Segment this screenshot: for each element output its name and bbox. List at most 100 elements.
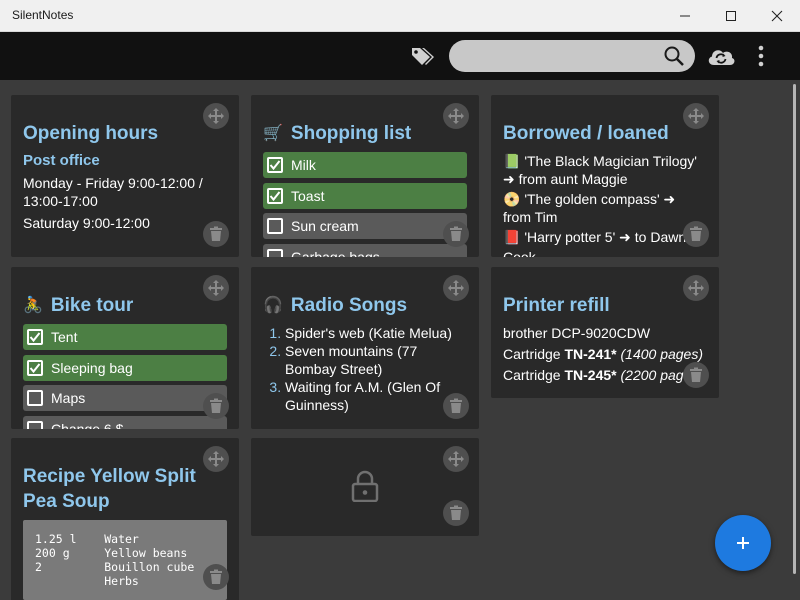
cloud-sync-icon (708, 50, 735, 65)
notes-grid[interactable]: Opening hours Post office Monday - Frida… (0, 80, 789, 600)
green-book-icon: 📗 (503, 153, 521, 169)
note-text: 📕 'Harry potter 5' ➜ to Dawn (503, 229, 687, 245)
cart-icon: 🛒 (263, 125, 283, 142)
delete-note-button[interactable] (443, 500, 469, 526)
note-bike-tour[interactable]: 🚴 Bike tour Tent Sleeping bag Maps Change… (11, 267, 239, 429)
delete-note-button[interactable] (203, 393, 229, 419)
checklist-item[interactable]: Sleeping bag (23, 354, 227, 381)
move-note-button[interactable] (683, 275, 709, 301)
minimize-icon (680, 15, 690, 17)
move-icon (448, 108, 464, 124)
trash-icon (210, 226, 222, 241)
list-item: Seven mountains (77 Bombay Street) (285, 342, 467, 378)
search-box[interactable] (449, 40, 695, 72)
scrollbar-thumb[interactable] (793, 84, 796, 574)
delete-note-button[interactable] (203, 564, 229, 590)
window-titlebar: SilentNotes (0, 0, 800, 32)
add-note-button[interactable] (715, 515, 771, 571)
delete-note-button[interactable] (443, 221, 469, 247)
checkbox-unchecked[interactable] (267, 248, 283, 257)
move-note-button[interactable] (443, 103, 469, 129)
move-icon (688, 108, 704, 124)
note-title: Opening hours (23, 123, 159, 144)
checkbox-checked[interactable] (27, 359, 43, 376)
red-book-icon: 📕 (503, 229, 521, 245)
minimize-button[interactable] (662, 0, 708, 32)
lock-icon (351, 470, 379, 507)
note-title: Printer refill (503, 295, 610, 316)
checklist-item[interactable]: Change 6 $ (23, 415, 227, 429)
tags-button[interactable] (409, 42, 437, 70)
list-item: Spider's web (Katie Melua) (285, 324, 467, 342)
checkbox-checked[interactable] (267, 187, 283, 204)
note-locked[interactable] (251, 438, 479, 536)
move-note-button[interactable] (443, 275, 469, 301)
move-note-button[interactable] (203, 275, 229, 301)
note-text: Cartridge TN-241* (1400 pages) (503, 346, 704, 362)
trash-icon (210, 569, 222, 584)
move-note-button[interactable] (443, 446, 469, 472)
note-printer-refill[interactable]: Printer refill brother DCP-9020CDW Cartr… (491, 267, 719, 398)
trash-icon (450, 226, 462, 241)
move-icon (448, 280, 464, 296)
move-note-button[interactable] (203, 103, 229, 129)
move-icon (208, 108, 224, 124)
search-input[interactable] (463, 46, 653, 66)
delete-note-button[interactable] (203, 221, 229, 247)
note-text: Monday - Friday 9:00-12:00 / 13:00-17:00 (23, 175, 203, 209)
menu-button[interactable] (752, 42, 770, 70)
note-text: Saturday 9:00-12:00 (23, 215, 150, 231)
checkbox-unchecked[interactable] (27, 420, 43, 429)
magnifier-icon[interactable] (663, 45, 685, 72)
move-icon (208, 280, 224, 296)
checklist-item[interactable]: Toast (263, 182, 467, 209)
plus-icon (737, 537, 749, 549)
note-opening-hours[interactable]: Opening hours Post office Monday - Frida… (11, 95, 239, 257)
close-button[interactable] (754, 0, 800, 32)
move-note-button[interactable] (203, 446, 229, 472)
checkbox-unchecked[interactable] (27, 390, 43, 406)
move-icon (688, 280, 704, 296)
maximize-icon (726, 11, 736, 21)
dvd-icon: 📀 (503, 191, 521, 207)
note-title: Borrowed / loaned (503, 123, 669, 144)
note-title: 🚴 Bike tour (23, 295, 134, 316)
trash-icon (210, 398, 222, 413)
checklist-item[interactable]: Garbage bags (263, 243, 467, 257)
note-recipe[interactable]: Recipe Yellow Split Pea Soup 1.25 l Wate… (11, 438, 239, 600)
note-text: 📀 'The golden compass' ➜ from Tim (503, 191, 676, 225)
trash-icon (690, 226, 702, 241)
checkbox-checked[interactable] (267, 157, 283, 173)
checkbox-checked[interactable] (27, 329, 43, 345)
delete-note-button[interactable] (683, 221, 709, 247)
song-list: Spider's web (Katie Melua) Seven mountai… (263, 324, 467, 414)
move-icon (448, 451, 464, 467)
sync-button[interactable] (706, 42, 736, 70)
headphones-icon: 🎧 (263, 297, 283, 314)
checklist-item[interactable]: Milk (263, 152, 467, 178)
close-icon (771, 10, 783, 22)
checklist-item[interactable]: Tent (23, 324, 227, 350)
cyclist-icon: 🚴 (23, 297, 43, 314)
tags-icon (412, 48, 434, 65)
code-block: 1.25 l Water 200 g Yellow beans 2 Bouill… (23, 520, 227, 600)
checklist-item[interactable]: Sun cream (263, 213, 467, 239)
trash-icon (690, 367, 702, 382)
trash-icon (450, 398, 462, 413)
maximize-button[interactable] (708, 0, 754, 32)
list-item: Waiting for A.M. (Glen Of Guinness) (285, 378, 467, 414)
checklist-item[interactable]: Maps (23, 385, 227, 411)
move-note-button[interactable] (683, 103, 709, 129)
vertical-scrollbar[interactable] (789, 80, 800, 600)
note-title: Recipe Yellow Split Pea Soup (23, 466, 196, 512)
delete-note-button[interactable] (443, 393, 469, 419)
delete-note-button[interactable] (683, 362, 709, 388)
vertical-dots-icon (758, 45, 764, 67)
note-shopping-list[interactable]: 🛒 Shopping list Milk Toast Sun cream Garb… (251, 95, 479, 257)
note-radio-songs[interactable]: 🎧Radio Songs Spider's web (Katie Melua) … (251, 267, 479, 429)
move-icon (208, 451, 224, 467)
note-title: 🛒 Shopping list (263, 123, 412, 144)
checkbox-unchecked[interactable] (267, 218, 283, 234)
note-borrowed-loaned[interactable]: Borrowed / loaned 📗 'The Black Magician … (491, 95, 719, 257)
note-subheading: Post office (23, 152, 100, 169)
